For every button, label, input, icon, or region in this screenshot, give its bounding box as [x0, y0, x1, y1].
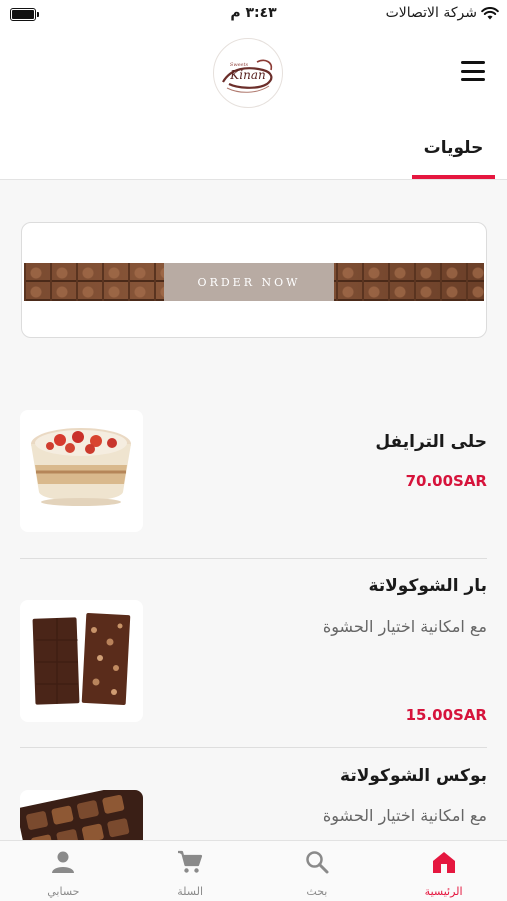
- nav-home-label: الرئيسية: [424, 885, 463, 898]
- trifle-image: [31, 428, 131, 506]
- bottom-navigation: الرئيسية بحث السلة حسابي: [0, 840, 507, 901]
- banner-label-box: ORDER NOW: [164, 263, 334, 301]
- nav-cart-label: السلة: [177, 885, 203, 898]
- product-price: 70.00SAR: [405, 472, 487, 490]
- category-tabs: حلويات: [0, 118, 507, 180]
- product-price: 15.00SAR: [405, 706, 487, 724]
- nav-home[interactable]: الرئيسية: [380, 841, 507, 901]
- list-divider: [20, 747, 487, 748]
- chocolate-bar-image: [32, 613, 131, 705]
- nav-search[interactable]: بحث: [254, 841, 381, 901]
- menu-line: [461, 69, 485, 73]
- product-image: [20, 600, 143, 722]
- nav-search-label: بحث: [306, 885, 328, 898]
- order-now-banner[interactable]: ORDER NOW: [21, 222, 487, 338]
- status-bar: ٣:٤٣ م شركة الاتصالات: [0, 0, 507, 28]
- banner-image: ORDER NOW: [24, 263, 484, 301]
- chocolate-box-image: [20, 790, 143, 840]
- brand-logo-mark: Kinan Sweets: [222, 59, 273, 93]
- app-header: Kinan Sweets: [0, 28, 507, 118]
- product-name: بوكس الشوكولاتة: [340, 766, 487, 786]
- search-icon: [306, 851, 329, 874]
- product-item-trifle[interactable]: حلى الترايفل 70.00SAR: [20, 410, 487, 532]
- tab-sweets[interactable]: حلويات: [412, 118, 495, 179]
- carrier-name: شركة الاتصالات: [385, 5, 477, 21]
- logo-text: Kinan: [229, 68, 265, 82]
- home-icon: [432, 852, 455, 873]
- product-description: مع امكانية اختيار الحشوة: [322, 617, 487, 636]
- status-carrier: شركة الاتصالات: [386, 5, 499, 21]
- list-divider: [20, 558, 487, 559]
- banner-label: ORDER NOW: [197, 275, 301, 289]
- product-item-chocolate-box[interactable]: بوكس الشوكولاتة مع امكانية اختيار الحشوة: [20, 758, 487, 840]
- product-name: بار الشوكولاتة: [368, 576, 487, 596]
- menu-line: [461, 61, 485, 64]
- product-name: حلى الترايفل: [375, 432, 487, 452]
- cart-icon: [178, 850, 203, 873]
- product-image: [20, 790, 143, 840]
- wifi-icon: [481, 6, 499, 19]
- tab-active-indicator: [412, 175, 495, 179]
- account-icon: [52, 851, 75, 873]
- menu-line: [461, 78, 485, 81]
- nav-account[interactable]: حسابي: [0, 841, 127, 901]
- product-image: [20, 410, 143, 532]
- product-description: مع امكانية اختيار الحشوة: [322, 806, 487, 825]
- logo-subtext: Sweets: [230, 62, 249, 68]
- brand-logo[interactable]: Kinan Sweets: [213, 38, 283, 108]
- nav-cart[interactable]: السلة: [127, 841, 254, 901]
- tab-label: حلويات: [423, 138, 484, 158]
- product-list-area[interactable]: ORDER NOW حلى الترايفل 70.00SAR بار الشو…: [0, 180, 507, 840]
- product-item-chocolate-bar[interactable]: بار الشوكولاتة مع امكانية اختيار الحشوة …: [20, 568, 487, 724]
- menu-icon[interactable]: [461, 61, 485, 81]
- nav-account-label: حسابي: [47, 885, 80, 898]
